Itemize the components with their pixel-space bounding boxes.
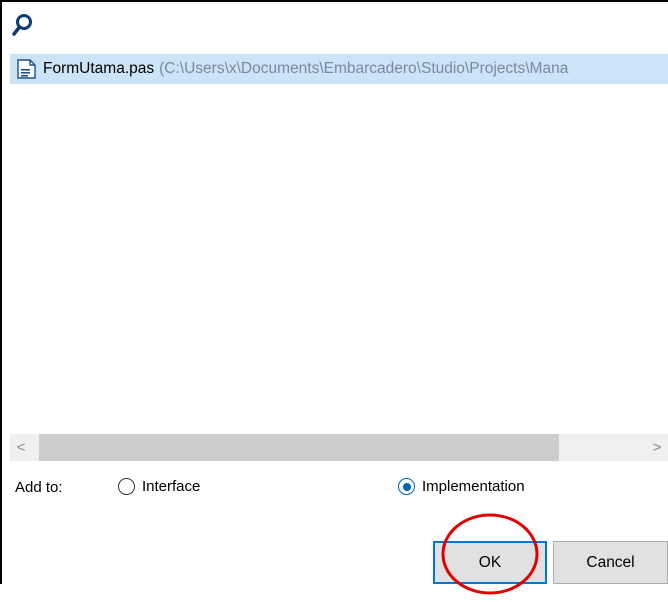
search-icon[interactable] <box>12 13 34 37</box>
file-name: FormUtama.pas <box>43 60 155 77</box>
scroll-left-arrow[interactable]: < <box>10 434 32 461</box>
implementation-radio[interactable]: Implementation <box>398 478 525 495</box>
interface-radio[interactable]: Interface <box>118 478 200 495</box>
interface-radio-label: Interface <box>142 478 201 495</box>
horizontal-scrollbar[interactable]: < > <box>10 434 668 461</box>
list-item[interactable]: FormUtama.pas (C:\Users\x\Documents\Emba… <box>10 54 668 84</box>
pascal-file-icon <box>17 59 36 79</box>
scrollbar-thumb[interactable] <box>39 434 559 461</box>
ok-button[interactable]: OK <box>433 541 547 584</box>
add-to-label: Add to: <box>15 479 63 496</box>
radio-checked-icon[interactable] <box>398 478 415 495</box>
radio-unchecked-icon[interactable] <box>118 478 135 495</box>
file-list[interactable]: FormUtama.pas (C:\Users\x\Documents\Emba… <box>10 47 668 461</box>
implementation-radio-label: Implementation <box>422 478 525 495</box>
scroll-right-arrow[interactable]: > <box>646 434 668 461</box>
cancel-button[interactable]: Cancel <box>553 541 668 584</box>
file-path: (C:\Users\x\Documents\Embarcadero\Studio… <box>159 60 569 77</box>
